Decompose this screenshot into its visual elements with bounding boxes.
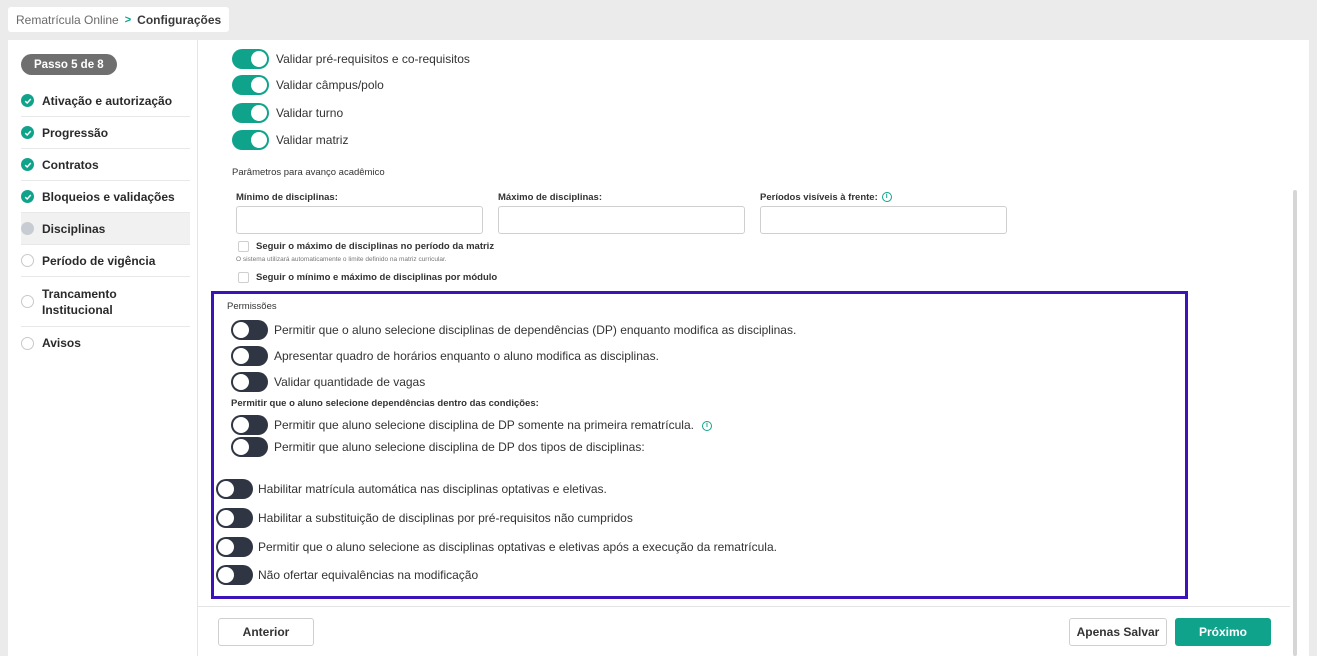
dp-conditions-subtitle: Permitir que o aluno selecione dependênc… bbox=[231, 398, 539, 409]
anterior-button[interactable]: Anterior bbox=[218, 618, 314, 646]
sidebar-item-label: Contratos bbox=[42, 157, 99, 172]
sidebar-item-label: Disciplinas bbox=[42, 221, 106, 236]
periodos-visiveis-input[interactable] bbox=[760, 206, 1007, 234]
validar-campus-toggle[interactable] bbox=[232, 75, 269, 95]
check-circle-icon bbox=[21, 158, 34, 171]
step-badge: Passo 5 de 8 bbox=[21, 54, 117, 75]
periodos-visiveis-text: Períodos visíveis à frente: bbox=[760, 192, 878, 203]
validar-turno-toggle[interactable] bbox=[232, 103, 269, 123]
optativas-apos-execucao-label: Permitir que o aluno selecione as discip… bbox=[258, 540, 777, 554]
check-circle-icon bbox=[21, 126, 34, 139]
toggle-knob bbox=[233, 439, 249, 455]
toggle-knob bbox=[218, 567, 234, 583]
sidebar-item-progressao[interactable]: Progressão bbox=[21, 117, 190, 149]
toggle-knob bbox=[218, 539, 234, 555]
dp-tipos-disciplinas-toggle[interactable] bbox=[231, 437, 268, 457]
sidebar-item-label: Bloqueios e validações bbox=[42, 189, 175, 204]
toggle-knob bbox=[251, 51, 267, 67]
sidebar-item-bloqueios[interactable]: Bloqueios e validações bbox=[21, 181, 190, 213]
nao-ofertar-equivalencias-toggle[interactable] bbox=[216, 565, 253, 585]
optativas-apos-execucao-toggle[interactable] bbox=[216, 537, 253, 557]
seguir-modulo-label: Seguir o mínimo e máximo de disciplinas … bbox=[256, 272, 498, 283]
steps-list: Ativação e autorização Progressão Contra… bbox=[21, 85, 190, 359]
substituicao-prerequisitos-toggle[interactable] bbox=[216, 508, 253, 528]
quadro-horarios-toggle[interactable] bbox=[231, 346, 268, 366]
sidebar-item-label: Avisos bbox=[42, 336, 81, 350]
matricula-automatica-label: Habilitar matrícula automática nas disci… bbox=[258, 482, 607, 496]
config-card: Passo 5 de 8 Ativação e autorização Prog… bbox=[8, 40, 1309, 656]
breadcrumb-current: Configurações bbox=[137, 12, 222, 27]
sidebar-item-label: Progressão bbox=[42, 125, 109, 140]
sidebar-item-avisos[interactable]: Avisos bbox=[21, 327, 190, 359]
dp-primeira-rematricula-text: Permitir que aluno selecione disciplina … bbox=[274, 418, 694, 432]
toggle-knob bbox=[218, 510, 234, 526]
validar-prerequisitos-label: Validar pré-requisitos e co-requisitos bbox=[276, 52, 470, 66]
seguir-modulo-checkbox[interactable] bbox=[238, 272, 249, 283]
info-icon[interactable]: i bbox=[701, 420, 712, 431]
toggle-knob bbox=[233, 322, 249, 338]
toggle-knob bbox=[218, 481, 234, 497]
quadro-horarios-label: Apresentar quadro de horários enquanto o… bbox=[274, 349, 659, 363]
max-disciplinas-label: Máximo de disciplinas: bbox=[498, 192, 602, 203]
vertical-scrollbar[interactable] bbox=[1293, 190, 1297, 656]
toggle-knob bbox=[233, 417, 249, 433]
sidebar-item-label: Período de vigência bbox=[42, 253, 156, 268]
sidebar-item-contratos[interactable]: Contratos bbox=[21, 149, 190, 181]
breadcrumb: Rematrícula Online > Configurações bbox=[8, 7, 230, 32]
permissions-title: Permissões bbox=[227, 301, 277, 312]
validar-turno-label: Validar turno bbox=[276, 106, 344, 120]
validar-vagas-toggle[interactable] bbox=[231, 372, 268, 392]
sidebar-item-ativacao[interactable]: Ativação e autorização bbox=[21, 85, 190, 117]
validar-vagas-label: Validar quantidade de vagas bbox=[274, 375, 426, 389]
max-disciplinas-input[interactable] bbox=[498, 206, 745, 234]
dp-primeira-rematricula-toggle[interactable] bbox=[231, 415, 268, 435]
pending-step-icon bbox=[21, 254, 34, 267]
apenas-salvar-button[interactable]: Apenas Salvar bbox=[1069, 618, 1167, 646]
min-disciplinas-label: Mínimo de disciplinas: bbox=[236, 192, 338, 203]
sidebar-item-label: Ativação e autorização bbox=[42, 93, 173, 108]
validar-prerequisitos-toggle[interactable] bbox=[232, 49, 269, 69]
toggle-knob bbox=[233, 348, 249, 364]
breadcrumb-root[interactable]: Rematrícula Online bbox=[16, 13, 119, 27]
toggle-knob bbox=[233, 374, 249, 390]
sidebar-item-disciplinas[interactable]: Disciplinas bbox=[21, 213, 190, 245]
proximo-button[interactable]: Próximo bbox=[1175, 618, 1271, 646]
sidebar-item-trancamento[interactable]: Trancamento Institucional bbox=[21, 277, 190, 327]
min-disciplinas-input[interactable] bbox=[236, 206, 483, 234]
footer-divider bbox=[198, 606, 1290, 607]
substituicao-prerequisitos-label: Habilitar a substituição de disciplinas … bbox=[258, 511, 633, 525]
seguir-maximo-label: Seguir o máximo de disciplinas no períod… bbox=[256, 241, 495, 252]
permitir-dp-label: Permitir que o aluno selecione disciplin… bbox=[274, 323, 797, 337]
current-step-icon bbox=[21, 222, 34, 235]
chevron-right-icon: > bbox=[124, 13, 132, 26]
dp-primeira-rematricula-label: Permitir que aluno selecione disciplina … bbox=[274, 418, 712, 432]
check-circle-icon bbox=[21, 94, 34, 107]
toggle-knob bbox=[251, 105, 267, 121]
main-content: Validar pré-requisitos e co-requisitos V… bbox=[198, 40, 1290, 656]
sidebar-item-label: Trancamento Institucional bbox=[42, 286, 117, 317]
validar-campus-label: Validar câmpus/polo bbox=[276, 78, 384, 92]
nao-ofertar-equivalencias-label: Não ofertar equivalências na modificação bbox=[258, 568, 479, 582]
steps-sidebar: Passo 5 de 8 Ativação e autorização Prog… bbox=[8, 40, 198, 656]
pending-step-icon bbox=[21, 336, 34, 350]
periodos-visiveis-label: Períodos visíveis à frente: i bbox=[760, 192, 892, 203]
dp-tipos-disciplinas-label: Permitir que aluno selecione disciplina … bbox=[274, 440, 645, 454]
toggle-knob bbox=[251, 77, 267, 93]
pending-step-icon bbox=[21, 295, 34, 308]
validar-matriz-label: Validar matriz bbox=[276, 133, 349, 147]
info-icon[interactable]: i bbox=[881, 192, 892, 203]
validar-matriz-toggle[interactable] bbox=[232, 130, 269, 150]
seguir-maximo-hint: O sistema utilizará automaticamente o li… bbox=[236, 256, 447, 263]
permitir-dp-toggle[interactable] bbox=[231, 320, 268, 340]
sidebar-item-periodo-vigencia[interactable]: Período de vigência bbox=[21, 245, 190, 277]
seguir-maximo-checkbox[interactable] bbox=[238, 241, 249, 252]
toggle-knob bbox=[251, 132, 267, 148]
matricula-automatica-toggle[interactable] bbox=[216, 479, 253, 499]
academic-params-title: Parâmetros para avanço acadêmico bbox=[232, 167, 385, 178]
check-circle-icon bbox=[21, 190, 34, 203]
